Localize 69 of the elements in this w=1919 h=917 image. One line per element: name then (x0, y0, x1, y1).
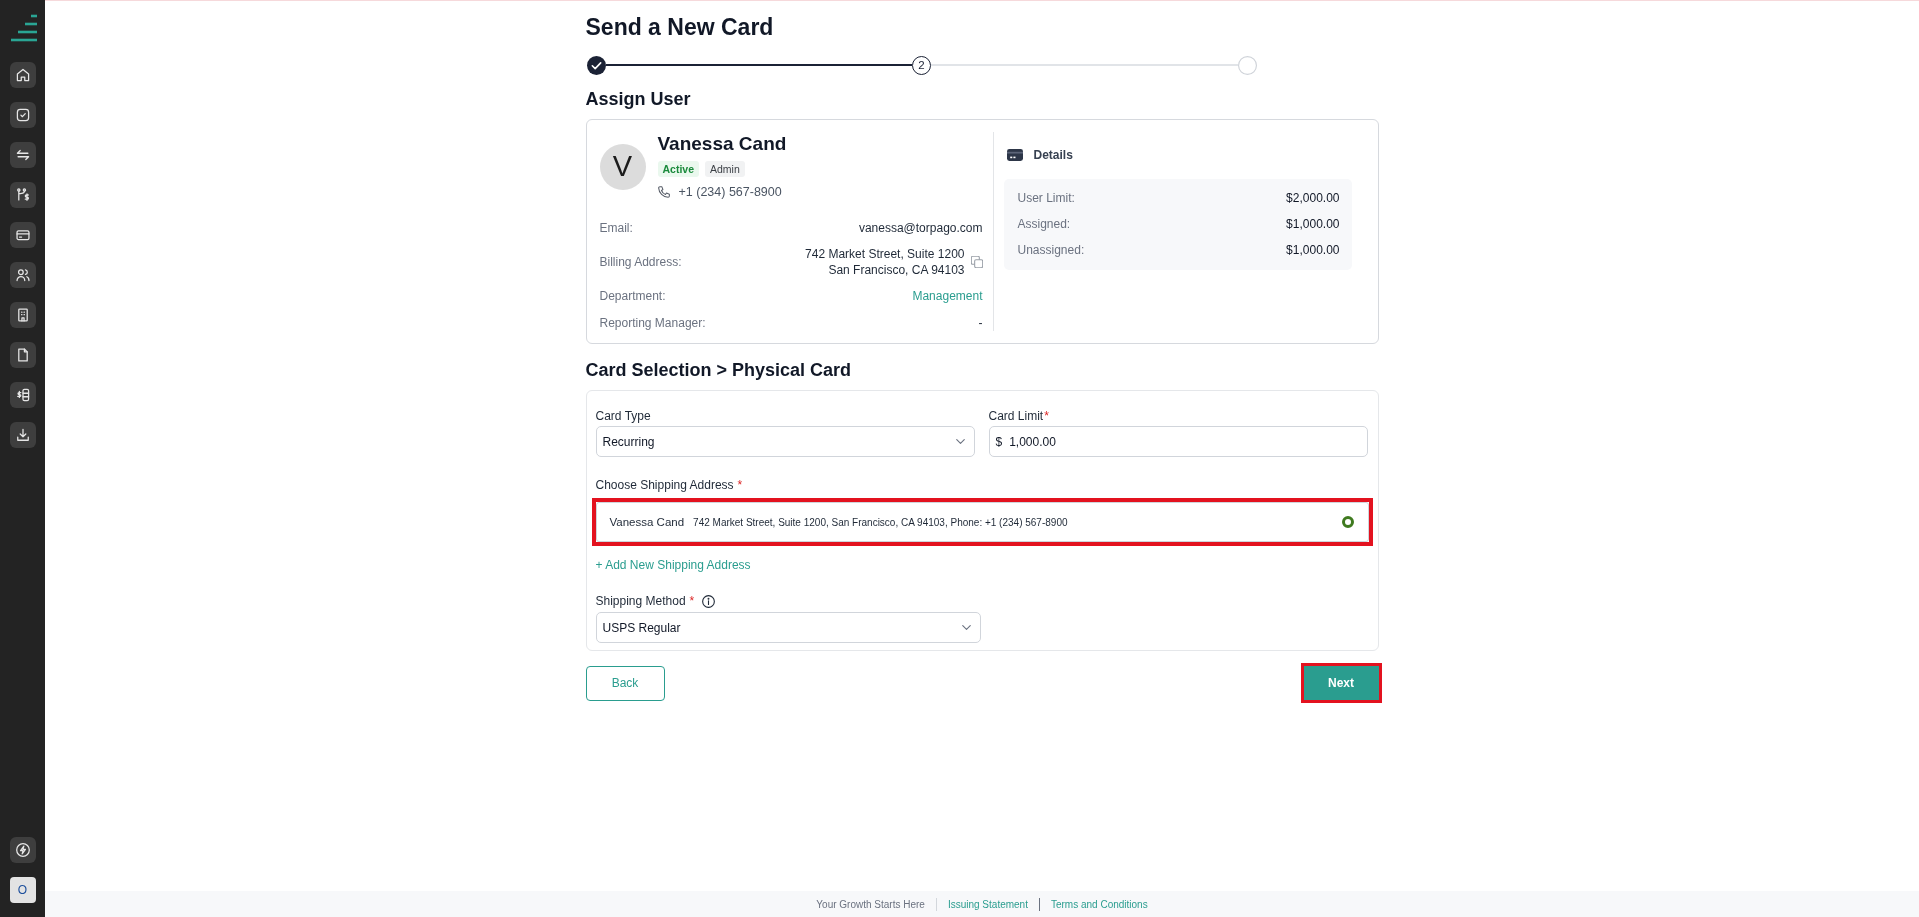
info-value: vanessa@torpago.com (858, 220, 983, 237)
details-title: Details (1033, 147, 1073, 164)
card-icon (1006, 149, 1023, 161)
chevron-down-icon (961, 625, 971, 630)
building-icon (15, 308, 30, 322)
recipient-name: Vanessa Cand (609, 516, 685, 528)
field-label: Card Limit* (988, 408, 1050, 424)
address-option[interactable]: Vanessa Cand 742 Market Street, Suite 1200, San Francisco, CA 94103, Phone: +1 (234) 567-8900 (591, 498, 1373, 546)
sidebar-button[interactable] (9, 142, 36, 168)
check-square-icon (15, 108, 30, 122)
sidebar-button[interactable] (9, 102, 36, 128)
radio-button[interactable] (1341, 516, 1354, 528)
phone-icon (657, 186, 670, 198)
detail-label: User Limit: (1017, 190, 1075, 207)
footer-link[interactable]: Terms and Conditions (1050, 898, 1148, 910)
branch-dollar-icon (15, 188, 30, 202)
sidebar-button[interactable] (9, 262, 36, 288)
sidebar-button[interactable] (9, 837, 36, 863)
section-heading: Card Selection > Physical Card (585, 359, 853, 382)
card-limit-field[interactable]: $ 1,000.00 (988, 426, 1368, 457)
page-title: Send a New Card (585, 13, 775, 42)
add-address-link[interactable]: + Add New Shipping Address (595, 557, 751, 573)
detail-value: $1,000.00 (1286, 216, 1340, 233)
section-heading: Assign User (585, 88, 692, 111)
user-name: Vanessa Cand (657, 132, 787, 156)
home-icon (15, 68, 30, 82)
dollar-stack-icon (15, 388, 30, 402)
info-label: Email: (599, 220, 633, 237)
detail-value: $2,000.00 (1286, 190, 1340, 207)
swap-arrows-icon (15, 148, 30, 162)
sidebar-button[interactable] (9, 182, 36, 208)
detail-label: Assigned: (1017, 216, 1071, 233)
document-icon (15, 348, 30, 362)
user-avatar[interactable]: O (9, 877, 36, 903)
field-label: Card Type (595, 408, 652, 424)
sidebar-button[interactable] (9, 422, 36, 448)
detail-label: Unassigned: (1017, 242, 1085, 259)
field-label: Choose Shipping Address * (595, 477, 744, 493)
address-text: 742 Market Street, Suite 1200, San Francisco, CA 94103, Phone: +1 (234) 567-8900 (693, 516, 1069, 528)
info-label: Department: (599, 288, 666, 305)
info-label: Reporting Manager: (599, 315, 706, 332)
status-badge: Active (657, 161, 699, 177)
phone-number: +1 (234) 567-8900 (678, 184, 782, 201)
role-badge: Admin (705, 161, 745, 177)
shipping-method-select[interactable]: USPS Regular (595, 612, 981, 643)
card-type-select[interactable]: Recurring (595, 426, 975, 457)
lightning-circle-icon (15, 843, 30, 857)
download-icon (15, 428, 30, 442)
department-link[interactable]: Management (912, 287, 983, 305)
detail-value: $1,000.00 (1286, 242, 1340, 259)
sidebar-button[interactable] (9, 222, 36, 248)
sidebar-button[interactable] (9, 382, 36, 408)
user-avatar: V (599, 143, 646, 190)
footer-tagline: Your Growth Starts Here (816, 898, 925, 910)
sidebar-button[interactable] (9, 302, 36, 328)
back-button[interactable]: Back (585, 665, 665, 701)
footer-link[interactable]: Issuing Statement (947, 898, 1028, 910)
card-icon (15, 228, 30, 242)
address-value: 742 Market Street, Suite 1200 San Francisco, CA 94103 (805, 246, 965, 278)
info-icon[interactable] (702, 594, 716, 608)
info-label: Billing Address: (599, 254, 682, 271)
chevron-down-icon (955, 439, 965, 444)
users-icon (15, 268, 30, 282)
sidebar-button[interactable] (9, 62, 36, 88)
info-value: - (978, 315, 983, 332)
field-label: Shipping Method * (595, 593, 695, 609)
next-button[interactable]: Next (1300, 663, 1382, 703)
sidebar-button[interactable] (9, 342, 36, 368)
logo-icon[interactable] (10, 14, 37, 42)
